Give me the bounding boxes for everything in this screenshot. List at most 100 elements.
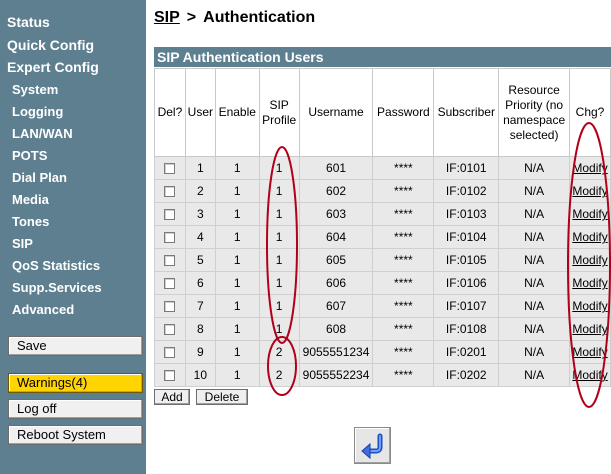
modify-link[interactable]: Modify	[572, 161, 607, 175]
cell-subscriber: IF:0106	[433, 271, 500, 295]
cell-profile: 1	[258, 179, 300, 203]
cell-action: Modify	[569, 202, 611, 226]
delete-checkbox-cell	[154, 179, 186, 203]
cell-subscriber: IF:0103	[433, 202, 500, 226]
nav-item-tones[interactable]: Tones	[12, 214, 49, 229]
cell-user: 3	[184, 202, 216, 226]
modify-link[interactable]: Modify	[572, 230, 607, 244]
breadcrumb-sip-link[interactable]: SIP	[154, 9, 180, 26]
save-button[interactable]: Save	[8, 336, 143, 356]
reboot-system-button[interactable]: Reboot System	[8, 425, 143, 445]
delete-checkbox[interactable]	[164, 255, 176, 267]
cell-priority: N/A	[498, 294, 571, 318]
table-header-row: Del? User Enable SIP Profile Username Pa…	[154, 68, 611, 157]
cell-priority: N/A	[498, 248, 571, 272]
delete-checkbox[interactable]	[164, 209, 176, 221]
cell-enable: 1	[214, 179, 260, 203]
table-row: 7 1 1 607 **** IF:0107 N/A Modify	[154, 294, 611, 318]
cell-action: Modify	[569, 156, 611, 180]
sip-auth-users-table: Del? User Enable SIP Profile Username Pa…	[154, 68, 611, 387]
cell-priority: N/A	[498, 363, 571, 387]
cell-action: Modify	[569, 248, 611, 272]
col-header-enable: Enable	[214, 68, 260, 157]
delete-checkbox-cell	[154, 363, 186, 387]
cell-enable: 1	[214, 271, 260, 295]
nav-item-system[interactable]: System	[12, 82, 58, 97]
delete-checkbox[interactable]	[164, 278, 176, 290]
cell-user: 4	[184, 225, 216, 249]
modify-link[interactable]: Modify	[572, 207, 607, 221]
cell-profile: 1	[258, 317, 300, 341]
cell-subscriber: IF:0107	[433, 294, 500, 318]
cell-username: 603	[298, 202, 374, 226]
cell-priority: N/A	[498, 317, 571, 341]
delete-checkbox-cell	[154, 202, 186, 226]
cell-username: 9055552234	[298, 363, 374, 387]
cell-username: 602	[298, 179, 374, 203]
cell-action: Modify	[569, 271, 611, 295]
cell-action: Modify	[569, 294, 611, 318]
delete-checkbox[interactable]	[164, 301, 176, 313]
warnings-button[interactable]: Warnings(4)	[8, 373, 143, 393]
modify-link[interactable]: Modify	[572, 253, 607, 267]
logoff-button[interactable]: Log off	[8, 399, 143, 419]
cell-enable: 1	[214, 225, 260, 249]
nav-item-lan-wan[interactable]: LAN/WAN	[12, 126, 73, 141]
cell-subscriber: IF:0108	[433, 317, 500, 341]
modify-link[interactable]: Modify	[572, 184, 607, 198]
cell-priority: N/A	[498, 156, 571, 180]
cell-action: Modify	[569, 363, 611, 387]
delete-checkbox[interactable]	[164, 324, 176, 336]
nav-item-sip[interactable]: SIP	[12, 236, 33, 251]
col-header-sip-profile: SIP Profile	[258, 68, 300, 157]
cell-password: ****	[372, 179, 435, 203]
cell-subscriber: IF:0201	[433, 340, 500, 364]
add-button[interactable]: Add	[154, 389, 190, 405]
modify-link[interactable]: Modify	[572, 322, 607, 336]
table-row: 4 1 1 604 **** IF:0104 N/A Modify	[154, 225, 611, 249]
modify-link[interactable]: Modify	[572, 368, 607, 382]
nav-status[interactable]: Status	[7, 14, 50, 30]
nav-item-logging[interactable]: Logging	[12, 104, 63, 119]
cell-user: 1	[184, 156, 216, 180]
nav-item-media[interactable]: Media	[12, 192, 49, 207]
nav-item-dial-plan[interactable]: Dial Plan	[12, 170, 67, 185]
modify-link[interactable]: Modify	[572, 299, 607, 313]
nav-item-advanced[interactable]: Advanced	[12, 302, 74, 317]
delete-checkbox[interactable]	[164, 186, 176, 198]
col-header-username: Username	[298, 68, 374, 157]
cell-subscriber: IF:0105	[433, 248, 500, 272]
nav-item-qos-statistics[interactable]: QoS Statistics	[12, 258, 100, 273]
cell-subscriber: IF:0102	[433, 179, 500, 203]
cell-profile: 2	[258, 340, 300, 364]
delete-checkbox-cell	[154, 271, 186, 295]
delete-button[interactable]: Delete	[196, 389, 248, 405]
col-header-resource-priority: Resource Priority (no namespace selected…	[498, 68, 571, 157]
nav-expert-config[interactable]: Expert Config	[7, 59, 99, 75]
cell-enable: 1	[214, 363, 260, 387]
delete-checkbox[interactable]	[164, 163, 176, 175]
cell-user: 6	[184, 271, 216, 295]
modify-link[interactable]: Modify	[572, 276, 607, 290]
nav-item-pots[interactable]: POTS	[12, 148, 47, 163]
delete-checkbox[interactable]	[164, 232, 176, 244]
col-header-del: Del?	[154, 68, 186, 157]
cell-profile: 2	[258, 363, 300, 387]
nav-quick-config[interactable]: Quick Config	[7, 37, 94, 53]
cell-password: ****	[372, 271, 435, 295]
cell-enable: 1	[214, 317, 260, 341]
cell-user: 5	[184, 248, 216, 272]
cell-enable: 1	[214, 156, 260, 180]
cell-action: Modify	[569, 340, 611, 364]
table-row: 2 1 1 602 **** IF:0102 N/A Modify	[154, 179, 611, 203]
modify-link[interactable]: Modify	[572, 345, 607, 359]
delete-checkbox[interactable]	[164, 370, 176, 382]
cell-password: ****	[372, 340, 435, 364]
cell-username: 608	[298, 317, 374, 341]
delete-checkbox-cell	[154, 317, 186, 341]
table-title: SIP Authentication Users	[154, 47, 611, 67]
cell-user: 8	[184, 317, 216, 341]
nav-item-supp-services[interactable]: Supp.Services	[12, 280, 102, 295]
delete-checkbox[interactable]	[164, 347, 176, 359]
back-button[interactable]	[354, 427, 391, 464]
